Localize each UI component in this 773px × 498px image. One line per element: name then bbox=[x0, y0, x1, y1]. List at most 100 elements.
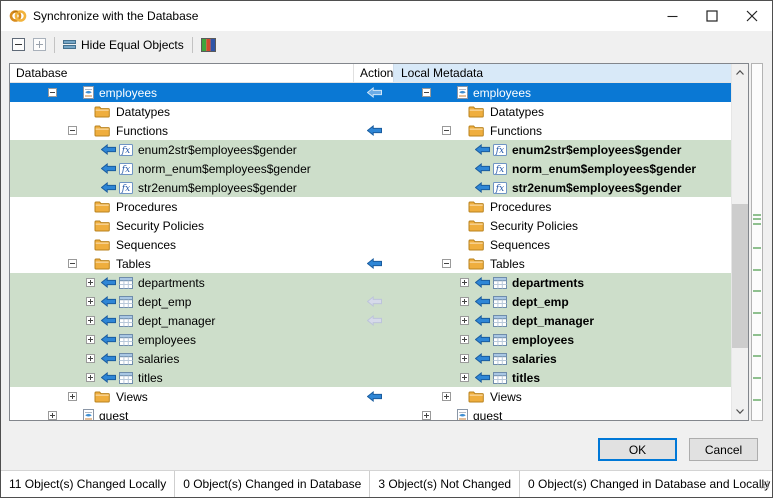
object-label: salaries bbox=[512, 352, 557, 366]
collapse-icon[interactable] bbox=[68, 126, 77, 135]
expand-all-button[interactable] bbox=[29, 34, 50, 55]
collapse-all-button[interactable] bbox=[8, 34, 29, 55]
tree-row[interactable]: salariessalaries bbox=[10, 349, 731, 368]
table-icon bbox=[493, 353, 507, 365]
folder-icon bbox=[94, 200, 110, 213]
scroll-down-button[interactable] bbox=[732, 403, 748, 420]
changed-object-tick bbox=[753, 214, 761, 216]
collapse-icon[interactable] bbox=[422, 88, 431, 97]
collapse-icon[interactable] bbox=[442, 126, 451, 135]
sync-direction-arrow-icon bbox=[367, 296, 382, 307]
action-cell[interactable] bbox=[354, 311, 394, 330]
color-legend-button[interactable] bbox=[197, 34, 220, 55]
tree-right-cell: dept_emp bbox=[394, 292, 731, 311]
minimize-button[interactable] bbox=[652, 1, 692, 31]
action-cell bbox=[354, 235, 394, 254]
expand-icon[interactable] bbox=[86, 373, 95, 382]
tree-row[interactable]: titlestitles bbox=[10, 368, 731, 387]
folder-icon bbox=[468, 238, 484, 251]
vertical-scrollbar[interactable] bbox=[731, 64, 748, 420]
expand-icon[interactable] bbox=[460, 278, 469, 287]
tree-row[interactable]: employeesemployees bbox=[10, 330, 731, 349]
cancel-button[interactable]: Cancel bbox=[689, 438, 758, 461]
expand-icon[interactable] bbox=[86, 278, 95, 287]
expand-icon[interactable] bbox=[86, 335, 95, 344]
change-direction-arrow-icon bbox=[101, 334, 116, 345]
change-direction-arrow-icon bbox=[101, 353, 116, 364]
table-icon bbox=[119, 334, 133, 346]
collapse-icon[interactable] bbox=[48, 88, 57, 97]
color-legend-icon bbox=[201, 38, 216, 52]
expand-icon[interactable] bbox=[48, 411, 57, 420]
tree-row[interactable]: SequencesSequences bbox=[10, 235, 731, 254]
function-icon: fx bbox=[493, 182, 507, 194]
tree-row[interactable]: DatatypesDatatypes bbox=[10, 102, 731, 121]
tree-left-cell: employees bbox=[10, 330, 354, 349]
action-cell[interactable] bbox=[354, 83, 394, 102]
ok-button[interactable]: OK bbox=[598, 438, 677, 461]
svg-text:fx: fx bbox=[495, 184, 504, 194]
tree-row[interactable]: Security PoliciesSecurity Policies bbox=[10, 216, 731, 235]
tree-row[interactable]: TablesTables bbox=[10, 254, 731, 273]
expand-icon[interactable] bbox=[460, 297, 469, 306]
toolbar: Hide Equal Objects bbox=[1, 31, 772, 58]
tree-row[interactable]: fxenum2str$employees$genderfxenum2str$em… bbox=[10, 140, 731, 159]
action-cell bbox=[354, 330, 394, 349]
svg-text:fx: fx bbox=[495, 165, 504, 175]
action-cell[interactable] bbox=[354, 254, 394, 273]
expand-icon[interactable] bbox=[460, 373, 469, 382]
tree-row[interactable]: ViewsViews bbox=[10, 387, 731, 406]
expand-icon[interactable] bbox=[422, 411, 431, 420]
changed-object-tick bbox=[753, 223, 761, 225]
object-label: guest bbox=[473, 409, 502, 421]
expand-icon[interactable] bbox=[460, 354, 469, 363]
status-segment: 3 Object(s) Not Changed bbox=[370, 471, 520, 497]
tree-left-cell: Functions bbox=[10, 121, 354, 140]
tree-row[interactable]: employeesemployees bbox=[10, 83, 731, 102]
tree-right-cell: guest bbox=[394, 406, 731, 420]
object-label: departments bbox=[512, 276, 584, 290]
table-icon bbox=[493, 334, 507, 346]
action-cell[interactable] bbox=[354, 292, 394, 311]
maximize-button[interactable] bbox=[692, 1, 732, 31]
object-label: dept_emp bbox=[512, 295, 569, 309]
tree-row[interactable]: dept_managerdept_manager bbox=[10, 311, 731, 330]
tree-row[interactable]: Procedures Procedures bbox=[10, 197, 731, 216]
change-direction-arrow-icon bbox=[101, 182, 116, 193]
close-button[interactable] bbox=[732, 1, 772, 31]
tree-right-cell: Views bbox=[394, 387, 731, 406]
collapse-icon[interactable] bbox=[442, 259, 451, 268]
expand-icon[interactable] bbox=[68, 392, 77, 401]
resize-grip[interactable] bbox=[760, 476, 769, 494]
folder-icon bbox=[94, 390, 110, 403]
tree-right-cell: titles bbox=[394, 368, 731, 387]
action-cell[interactable] bbox=[354, 121, 394, 140]
tree-left-cell: Procedures bbox=[10, 197, 354, 216]
scroll-up-button[interactable] bbox=[732, 64, 748, 81]
tree-right-cell: Procedures bbox=[394, 197, 731, 216]
collapse-icon[interactable] bbox=[68, 259, 77, 268]
sync-direction-arrow-icon bbox=[367, 258, 382, 269]
expand-icon[interactable] bbox=[460, 316, 469, 325]
object-label: Security Policies bbox=[490, 219, 578, 233]
object-label: Tables bbox=[490, 257, 525, 271]
tree-row[interactable]: guestguest bbox=[10, 406, 731, 420]
tree-row[interactable]: departmentsdepartments bbox=[10, 273, 731, 292]
expand-icon[interactable] bbox=[86, 316, 95, 325]
expand-icon[interactable] bbox=[86, 354, 95, 363]
svg-text:fx: fx bbox=[121, 165, 130, 175]
expand-icon[interactable] bbox=[442, 392, 451, 401]
sync-direction-arrow-icon bbox=[367, 125, 382, 136]
tree-row[interactable]: dept_empdept_emp bbox=[10, 292, 731, 311]
resize-grip-icon bbox=[760, 480, 769, 489]
tree-row[interactable]: fxstr2enum$employees$genderfxstr2enum$em… bbox=[10, 178, 731, 197]
tree-right-cell: departments bbox=[394, 273, 731, 292]
tree-row[interactable]: fxnorm_enum$employees$genderfxnorm_enum$… bbox=[10, 159, 731, 178]
expand-icon[interactable] bbox=[460, 335, 469, 344]
hide-equal-objects-button[interactable]: Hide Equal Objects bbox=[59, 34, 188, 55]
tree-right-cell: fxenum2str$employees$gender bbox=[394, 140, 731, 159]
scrollbar-thumb[interactable] bbox=[732, 204, 748, 348]
action-cell[interactable] bbox=[354, 387, 394, 406]
tree-row[interactable]: FunctionsFunctions bbox=[10, 121, 731, 140]
expand-icon[interactable] bbox=[86, 297, 95, 306]
